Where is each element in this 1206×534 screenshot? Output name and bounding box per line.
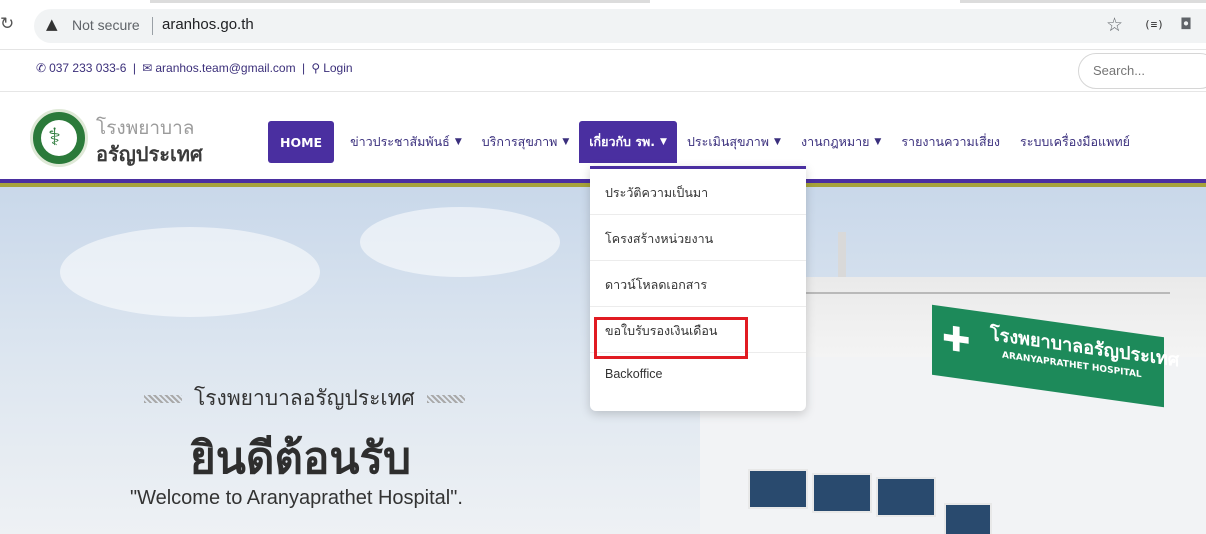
nav-label: ประเมินสุขภาพ xyxy=(686,134,770,149)
decor-hatch xyxy=(144,394,182,403)
cloud xyxy=(360,207,560,277)
hero-english: "Welcome to Aranyaprathet Hospital". xyxy=(130,487,463,509)
contact-line: ✆ 037 233 033-6 | ✉ aranhos.team@gmail.com… xyxy=(36,61,356,75)
login-icon[interactable]: ⚲ xyxy=(311,61,320,75)
url-text[interactable]: aranhos.go.th xyxy=(162,16,254,33)
mail-icon: ✉ xyxy=(142,61,153,75)
logo-inner: ⚕ xyxy=(41,120,77,156)
caret-down-icon: ▼ xyxy=(660,137,667,147)
security-label[interactable]: Not secure xyxy=(72,17,140,33)
phone-icon: ✆ xyxy=(36,61,47,75)
address-separator xyxy=(152,17,153,35)
camera-icon[interactable]: ◘ xyxy=(1180,15,1192,33)
nav-services[interactable]: บริการสุขภาพ ▼ xyxy=(472,121,580,163)
dropdown-item-history[interactable]: ประวัติความเป็นมา xyxy=(590,169,806,215)
roof-rail xyxy=(790,292,1170,294)
info-bar: ✆ 037 233 033-6 | ✉ aranhos.team@gmail.com… xyxy=(0,50,1206,92)
building-window xyxy=(748,469,808,509)
nav-home[interactable]: HOME xyxy=(268,121,335,163)
hero-subtitle-row: โรงพยาบาลอรัญประเทศ xyxy=(132,382,477,415)
nav-label: ระบบเครื่องมือแพทย์ xyxy=(1020,134,1130,149)
divider: | xyxy=(301,61,306,75)
search-box[interactable] xyxy=(1078,53,1206,89)
main-nav: HOME ข่าวประชาสัมพันธ์ ▼ บริการสุขภาพ ▼ เก… xyxy=(268,121,1140,163)
cross-icon: ✚ xyxy=(942,318,971,363)
login-link[interactable]: Login xyxy=(323,61,352,75)
nav-assessment[interactable]: ประเมินสุขภาพ ▼ xyxy=(677,121,791,163)
divider: | xyxy=(132,61,136,75)
nav-label: งานกฎหมาย xyxy=(800,134,870,149)
nav-risk-report[interactable]: รายงานความเสี่ยง xyxy=(891,121,1010,163)
reload-icon[interactable]: ↻ xyxy=(0,14,14,34)
hero-subtitle: โรงพยาบาลอรัญประเทศ xyxy=(194,386,415,410)
caret-down-icon: ▼ xyxy=(454,137,462,147)
nav-label: ข่าวประชาสัมพันธ์ xyxy=(350,134,450,149)
nav-label: HOME xyxy=(280,134,323,150)
building-window xyxy=(876,477,936,517)
browser-toolbar: ↻ ▲ Not secure aranhos.go.th ☆ (≡) ◘ xyxy=(0,0,1206,50)
hero-title: ยินดีต้อนรับ xyxy=(190,433,412,484)
tab-strip-edge xyxy=(960,0,1206,3)
nav-medical-equipment[interactable]: ระบบเครื่องมือแพทย์ xyxy=(1010,121,1140,163)
email-link[interactable]: aranhos.team@gmail.com xyxy=(155,61,295,75)
address-bar[interactable]: ▲ Not secure aranhos.go.th ☆ (≡) ◘ xyxy=(34,9,1206,43)
nav-legal[interactable]: งานกฎหมาย ▼ xyxy=(791,121,891,163)
warning-icon[interactable]: ▲ xyxy=(46,15,58,33)
about-dropdown-menu: ประวัติความเป็นมา โครงสร้างหน่วยงาน ดาวน… xyxy=(590,166,806,411)
brand-line-2[interactable]: อรัญประเทศ xyxy=(96,138,203,170)
nav-label: เกี่ยวกับ รพ. xyxy=(589,134,656,149)
dropdown-item-structure[interactable]: โครงสร้างหน่วยงาน xyxy=(590,215,806,261)
search-input[interactable] xyxy=(1093,63,1203,78)
tab-strip-edge xyxy=(150,0,650,3)
building-window xyxy=(944,503,992,534)
dropdown-item-downloads[interactable]: ดาวน์โหลดเอกสาร xyxy=(590,261,806,307)
highlight-box xyxy=(594,317,748,359)
dropdown-item-backoffice[interactable]: Backoffice xyxy=(590,353,806,399)
hospital-logo[interactable]: ⚕ xyxy=(30,109,88,167)
nav-news[interactable]: ข่าวประชาสัมพันธ์ ▼ xyxy=(340,121,472,163)
cloud xyxy=(60,227,320,317)
caret-down-icon: ▼ xyxy=(874,137,882,147)
decor-hatch xyxy=(426,394,465,403)
building-window xyxy=(812,473,872,513)
nav-about[interactable]: เกี่ยวกับ รพ. ▼ xyxy=(579,121,677,163)
caret-down-icon: ▼ xyxy=(562,137,570,147)
nav-label: บริการสุขภาพ xyxy=(481,134,558,149)
phone-number[interactable]: 037 233 033-6 xyxy=(49,61,126,75)
bookmark-star-icon[interactable]: ☆ xyxy=(1106,14,1123,36)
caret-down-icon: ▼ xyxy=(774,137,781,147)
extension-icon[interactable]: (≡) xyxy=(1144,18,1164,31)
nav-label: รายงานความเสี่ยง xyxy=(901,134,1001,149)
caduceus-icon: ⚕ xyxy=(48,123,61,151)
